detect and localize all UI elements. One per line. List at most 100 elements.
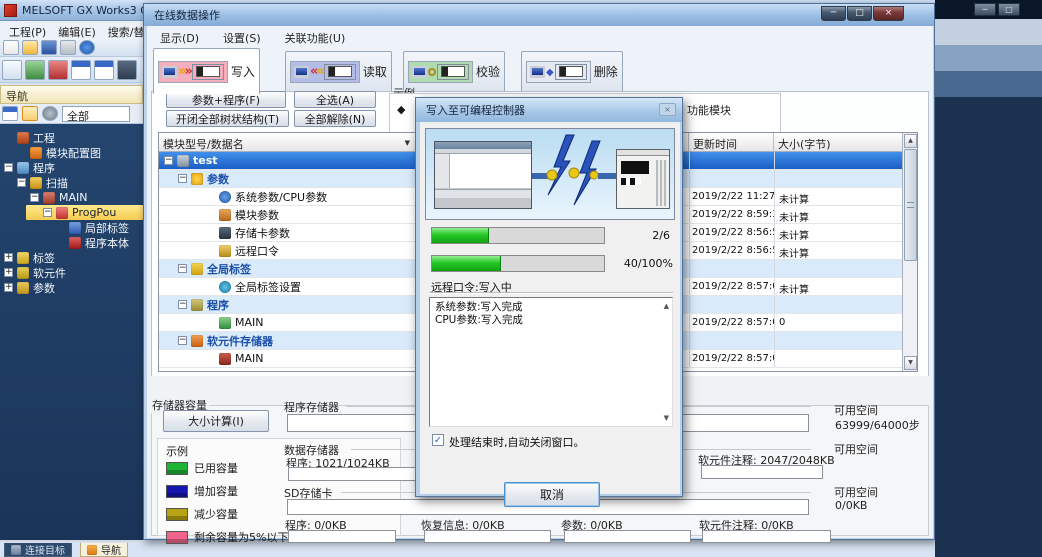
log-scroll-up-icon[interactable]: ▲ bbox=[664, 302, 669, 310]
expand-toggle-icon[interactable]: − bbox=[178, 174, 187, 183]
expand-toggle-icon[interactable]: − bbox=[164, 156, 173, 165]
scroll-up-icon[interactable]: ▲ bbox=[904, 134, 917, 148]
background-titlebar: ─ □ bbox=[935, 0, 1042, 19]
tab-read[interactable]: 读取 bbox=[285, 51, 392, 91]
filter-arrow-icon[interactable]: ▼ bbox=[405, 139, 410, 147]
scrollbar-thumb[interactable] bbox=[904, 149, 917, 261]
vertical-scrollbar[interactable]: ▲ ▼ bbox=[902, 133, 917, 371]
size-calculation-button[interactable]: 大小计算(I) bbox=[163, 410, 269, 432]
plc-icon bbox=[323, 63, 356, 80]
ladder-window-icon[interactable] bbox=[94, 59, 114, 80]
expand-toggle-icon[interactable]: + bbox=[4, 253, 13, 262]
sort-icon[interactable] bbox=[22, 106, 38, 121]
program-main-icon bbox=[219, 316, 231, 329]
cpu-parameter-icon bbox=[219, 190, 231, 203]
minimize-button[interactable]: ─ bbox=[821, 6, 846, 21]
menu-edit[interactable]: 编辑(E) bbox=[53, 23, 101, 38]
expand-toggle-icon[interactable]: − bbox=[30, 193, 39, 202]
dialog-menubar: 显示(D) 设置(S) 关联功能(U) bbox=[147, 26, 933, 46]
computer-graphic bbox=[434, 141, 532, 209]
transfer-illustration bbox=[425, 128, 675, 220]
background-band bbox=[935, 45, 1042, 71]
nav-tree-item-1[interactable]: 模块配置图 bbox=[0, 145, 143, 160]
cancel-button[interactable]: 取消 bbox=[504, 482, 600, 507]
progress-log[interactable]: 系统参数:写入完成 CPU参数:写入完成 ▲ ▼ bbox=[429, 297, 673, 427]
nav-tree-item-3[interactable]: − 扫描 bbox=[0, 175, 143, 190]
tab-verify[interactable]: 校验 bbox=[403, 51, 506, 91]
device-main-icon bbox=[219, 352, 231, 365]
dock-tab-navigation[interactable]: 导航 bbox=[80, 543, 128, 557]
scroll-down-icon[interactable]: ▼ bbox=[904, 356, 917, 370]
cell-updated-time: 2019/2/22 8:57:00 bbox=[689, 314, 774, 331]
gear-icon[interactable] bbox=[42, 106, 58, 121]
nav-tree-item-9[interactable]: + 软元件 bbox=[0, 265, 143, 280]
row-label: 全局标签设置 bbox=[235, 280, 301, 294]
save-icon[interactable] bbox=[41, 39, 57, 55]
cell-updated-time: 2019/2/22 8:59:30 bbox=[689, 206, 774, 223]
expand-toggle-icon[interactable]: + bbox=[4, 268, 13, 277]
cell-updated-time bbox=[689, 152, 774, 169]
total-progress-bar bbox=[431, 255, 605, 272]
help-icon[interactable] bbox=[79, 39, 95, 55]
dock-tab-connect-target[interactable]: 连接目标 bbox=[4, 543, 72, 557]
nav-tree-item-4[interactable]: − MAIN bbox=[0, 190, 143, 205]
background-maximize-button[interactable]: □ bbox=[998, 3, 1020, 16]
program-window-icon[interactable] bbox=[71, 59, 91, 80]
expand-toggle-icon[interactable]: − bbox=[43, 208, 52, 217]
find-icon[interactable] bbox=[117, 59, 137, 80]
nav-tree-item-5[interactable]: − ProgPou bbox=[26, 205, 143, 220]
device-memory-group-icon bbox=[191, 334, 203, 347]
column-header-updated[interactable]: 更新时间 bbox=[689, 133, 774, 151]
nav-tree-item-6[interactable]: 局部标签 bbox=[0, 220, 143, 235]
print-icon[interactable] bbox=[60, 39, 76, 55]
log-scroll-down-icon[interactable]: ▼ bbox=[664, 414, 669, 422]
secondary-toolbar bbox=[0, 57, 143, 83]
open-icon[interactable] bbox=[22, 39, 38, 55]
tab-write[interactable]: 写入 bbox=[153, 48, 260, 94]
nav-tree-item-2[interactable]: − 程序 bbox=[0, 160, 143, 175]
expand-toggle-icon[interactable]: − bbox=[4, 163, 13, 172]
memory-card-parameter-icon bbox=[219, 226, 231, 239]
nav-tree-item-7[interactable]: 程序本体 bbox=[0, 235, 143, 250]
tab-delete[interactable]: 删除 bbox=[521, 51, 623, 91]
row-label: 存储卡参数 bbox=[235, 226, 290, 240]
menu-project[interactable]: 工程(P) bbox=[4, 23, 51, 38]
select-all-button[interactable]: 全选(A) bbox=[294, 91, 376, 108]
module-icon[interactable] bbox=[48, 59, 68, 80]
close-button[interactable]: × bbox=[873, 6, 904, 21]
new-doc-icon[interactable] bbox=[3, 39, 19, 55]
parameter-group-icon bbox=[191, 172, 203, 185]
expand-toggle-icon[interactable]: − bbox=[17, 178, 26, 187]
menu-search-replace[interactable]: 搜索/替 bbox=[103, 23, 143, 38]
navigation-filter-combo[interactable]: 全部 bbox=[62, 105, 130, 123]
memory-legend-title: 示例 bbox=[166, 445, 188, 458]
auto-close-checkbox[interactable]: ✓ bbox=[432, 434, 444, 446]
menu-related-functions[interactable]: 关联功能(U) bbox=[280, 29, 351, 45]
deselect-all-button[interactable]: 全部解除(N) bbox=[294, 110, 376, 127]
row-label: MAIN bbox=[235, 316, 264, 329]
progress-dialog-titlebar[interactable]: 写入至可编程控制器 bbox=[416, 98, 682, 122]
nav-tree-item-10[interactable]: + 参数 bbox=[0, 280, 143, 295]
progress-close-icon[interactable]: × bbox=[659, 103, 676, 116]
read-tab-iconpanel bbox=[290, 60, 360, 83]
menu-display[interactable]: 显示(D) bbox=[155, 29, 204, 45]
cell-size bbox=[774, 350, 889, 367]
project-tree-icon[interactable] bbox=[2, 59, 22, 80]
dialog-titlebar[interactable]: 在线数据操作 bbox=[144, 4, 934, 26]
tree-collapse-icon[interactable] bbox=[2, 106, 18, 121]
main-toolbar bbox=[0, 38, 143, 57]
expand-toggle-icon[interactable]: − bbox=[178, 300, 187, 309]
background-minimize-button[interactable]: ─ bbox=[974, 3, 996, 16]
nav-tree-item-0[interactable]: 工程 bbox=[0, 130, 143, 145]
maximize-button[interactable]: □ bbox=[847, 6, 872, 21]
expand-toggle-icon[interactable]: − bbox=[178, 336, 187, 345]
tab-label: 读取 bbox=[362, 65, 387, 79]
toggle-tree-button[interactable]: 开闭全部树状结构(T) bbox=[166, 110, 289, 127]
expand-toggle-icon[interactable]: − bbox=[178, 264, 187, 273]
nav-tree-item-8[interactable]: + 标签 bbox=[0, 250, 143, 265]
library-icon[interactable] bbox=[25, 59, 45, 80]
expand-toggle-icon[interactable]: + bbox=[4, 283, 13, 292]
column-header-size[interactable]: 大小(字节) bbox=[774, 133, 889, 151]
memory-legend-box: 示例 已用容量 增加容量 减少容量 剩余容量为5%以下 bbox=[157, 438, 401, 544]
menu-settings[interactable]: 设置(S) bbox=[218, 29, 266, 45]
